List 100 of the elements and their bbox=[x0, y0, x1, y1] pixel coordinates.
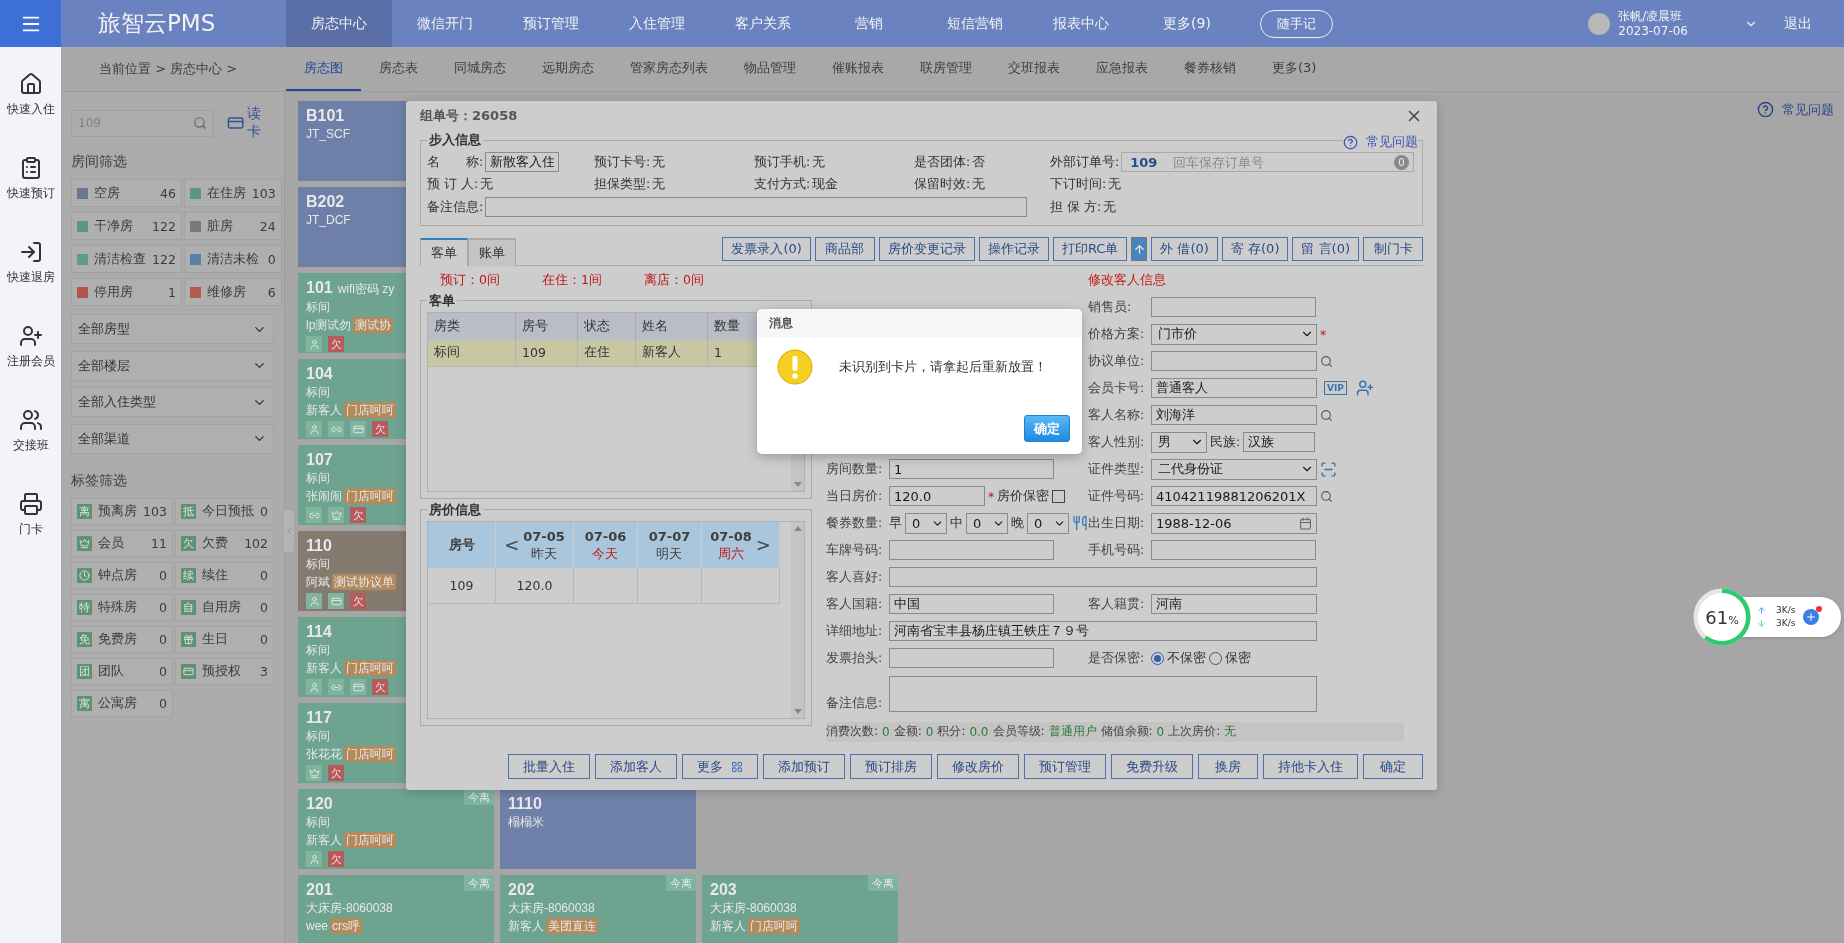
input-field[interactable]: 中国 bbox=[889, 594, 1054, 614]
input-field[interactable]: 河南 bbox=[1151, 594, 1317, 614]
order-number-field[interactable]: 109 回车保存订单号 0 bbox=[1121, 152, 1414, 173]
action-button[interactable]: 外 借(0) bbox=[1151, 237, 1218, 261]
tab[interactable]: 物品管理 bbox=[726, 47, 814, 91]
select-field[interactable]: 门市价 bbox=[1151, 323, 1317, 345]
select-field[interactable]: 0 bbox=[966, 512, 1008, 534]
input-field[interactable] bbox=[889, 567, 1317, 587]
tag-filter[interactable]: 离 预离房 103 bbox=[71, 498, 173, 525]
input-field[interactable] bbox=[485, 197, 1028, 218]
room-card[interactable]: 120 标间 新客人 门店呵呵 欠 今离 bbox=[298, 789, 494, 869]
select-field[interactable]: 0 bbox=[1027, 512, 1069, 534]
nav-item[interactable]: 客户关系 bbox=[710, 0, 816, 47]
tab[interactable]: 催账报表 bbox=[814, 47, 902, 91]
action-button[interactable]: 打印RC单 bbox=[1052, 237, 1128, 261]
status-filter[interactable]: 停用房 1 bbox=[71, 278, 182, 306]
action-button[interactable]: 操作记录 bbox=[978, 237, 1049, 261]
radio-button[interactable] bbox=[1209, 651, 1222, 665]
tab[interactable]: 交班报表 bbox=[990, 47, 1078, 91]
select-field[interactable]: 全部入住类型 bbox=[71, 387, 274, 417]
tag-filter[interactable]: 预授权 3 bbox=[174, 658, 274, 685]
tag-filter[interactable]: 钟点房 0 bbox=[71, 562, 173, 589]
action-button[interactable]: 房价变更记录 bbox=[878, 237, 975, 261]
tab[interactable]: 应急报表 bbox=[1078, 47, 1166, 91]
action-button[interactable]: 寄 存(0) bbox=[1221, 237, 1289, 261]
table-cell[interactable]: 标间 bbox=[428, 339, 516, 367]
footer-button[interactable]: 添加客人 bbox=[595, 754, 677, 779]
status-filter[interactable]: 空房 46 bbox=[71, 179, 182, 207]
input-field[interactable]: 1 bbox=[889, 459, 1054, 479]
select-field[interactable]: 0 bbox=[905, 512, 947, 534]
footer-button[interactable]: 预订排房 bbox=[850, 754, 932, 779]
table-cell[interactable]: 在住 bbox=[578, 339, 636, 367]
logout-link[interactable]: 退出 bbox=[1784, 14, 1812, 33]
tag-filter[interactable]: 团 团队 0 bbox=[71, 658, 173, 685]
help-link[interactable]: 常见问题 bbox=[1343, 133, 1418, 151]
footer-button[interactable]: 预订管理 bbox=[1024, 754, 1106, 779]
footer-button[interactable]: 换房 bbox=[1198, 754, 1258, 779]
input-field[interactable]: 河南省宝丰县杨庄镇王铁庄７９号 bbox=[889, 621, 1317, 641]
select-field[interactable]: 全部房型 bbox=[71, 314, 274, 344]
status-filter[interactable]: 维修房 6 bbox=[183, 278, 282, 306]
action-button[interactable]: 发票录入(0) bbox=[722, 237, 811, 261]
checkbox[interactable] bbox=[1052, 489, 1066, 503]
menu-button[interactable] bbox=[0, 0, 61, 47]
input-field[interactable]: 回车保存订单号 bbox=[1171, 153, 1380, 171]
collapse-handle[interactable] bbox=[284, 510, 294, 552]
nav-item[interactable]: 入住管理 bbox=[604, 0, 710, 47]
nav-item[interactable]: 报表中心 bbox=[1028, 0, 1134, 47]
status-filter[interactable]: 清洁检查 122 bbox=[71, 245, 182, 273]
tag-filter[interactable]: 抵 今日预抵 0 bbox=[174, 498, 274, 525]
status-filter[interactable]: 干净房 122 bbox=[71, 212, 182, 240]
tab[interactable]: 管家房态列表 bbox=[612, 47, 726, 91]
scrollbar[interactable] bbox=[791, 521, 804, 718]
input-field[interactable]: 刘海洋 bbox=[1151, 405, 1317, 425]
text-area[interactable] bbox=[889, 675, 1317, 712]
tab[interactable]: 账单 bbox=[468, 237, 516, 266]
status-filter[interactable]: 在住房 103 bbox=[183, 179, 282, 207]
prev-arrow[interactable]: < bbox=[504, 534, 520, 555]
input-field[interactable] bbox=[1151, 297, 1316, 317]
date-field[interactable]: 1988-12-06 bbox=[1151, 512, 1317, 534]
tab[interactable]: 餐券核销 bbox=[1166, 47, 1254, 91]
room-card[interactable]: 203 大床房-8060038 新客人 门店呵呵 今离 bbox=[702, 875, 898, 943]
tab[interactable]: 更多(3) bbox=[1254, 47, 1335, 91]
table-cell[interactable]: 新客人 bbox=[636, 339, 708, 367]
tag-filter[interactable]: 续 续住 0 bbox=[174, 562, 274, 589]
table-cell[interactable]: 109 bbox=[516, 339, 578, 367]
input-field[interactable]: 汉族 bbox=[1243, 432, 1316, 452]
tag-filter[interactable]: 会员 11 bbox=[71, 530, 173, 557]
nav-item[interactable]: 预订管理 bbox=[498, 0, 604, 47]
tag-filter[interactable]: 欠 欠费 102 bbox=[174, 530, 274, 557]
input-field[interactable] bbox=[1151, 540, 1316, 560]
read-card-link[interactable]: 读卡 bbox=[227, 105, 274, 141]
nav-item[interactable]: 更多(9) bbox=[1134, 0, 1240, 47]
room-card[interactable]: 202 大床房-8060038 新客人 美团直连 今离 bbox=[500, 875, 696, 943]
footer-button[interactable]: 修改房价 bbox=[937, 754, 1019, 779]
input-field[interactable]: 普通客人 bbox=[1151, 378, 1317, 398]
footer-button[interactable]: 更多 bbox=[682, 754, 758, 779]
input-field[interactable]: 41042119881206201X bbox=[1151, 486, 1317, 506]
action-button[interactable]: 制门卡 bbox=[1363, 237, 1423, 261]
tab[interactable]: 远期房态 bbox=[524, 47, 612, 91]
tab[interactable]: 联房管理 bbox=[902, 47, 990, 91]
nav-item[interactable]: 房态中心 bbox=[286, 0, 392, 47]
footer-button[interactable]: 添加预订 bbox=[763, 754, 845, 779]
select-field[interactable]: 二代身份证 bbox=[1151, 458, 1317, 480]
next-arrow[interactable]: > bbox=[755, 534, 771, 555]
tab[interactable]: 客单 bbox=[420, 237, 468, 266]
nav-item[interactable]: 微信开门 bbox=[392, 0, 498, 47]
tag-filter[interactable]: 免 免费房 0 bbox=[71, 626, 173, 653]
room-card[interactable]: 1110 榻榻米 bbox=[500, 789, 696, 869]
tag-filter[interactable]: 生日 0 bbox=[174, 626, 274, 653]
radio-button[interactable] bbox=[1151, 651, 1164, 665]
nav-item[interactable]: 短信营销 bbox=[922, 0, 1028, 47]
input-field[interactable] bbox=[889, 540, 1054, 560]
footer-button[interactable]: 免费升级 bbox=[1111, 754, 1193, 779]
status-filter[interactable]: 清洁未检 0 bbox=[183, 245, 282, 273]
ok-button[interactable]: 确定 bbox=[1024, 415, 1070, 442]
tab[interactable]: 同城房态 bbox=[436, 47, 524, 91]
select-field[interactable]: 男 bbox=[1151, 431, 1207, 453]
upload-button[interactable] bbox=[1131, 237, 1148, 261]
footer-button[interactable]: 确定 bbox=[1363, 754, 1423, 779]
tab[interactable]: 房态表 bbox=[361, 47, 436, 91]
